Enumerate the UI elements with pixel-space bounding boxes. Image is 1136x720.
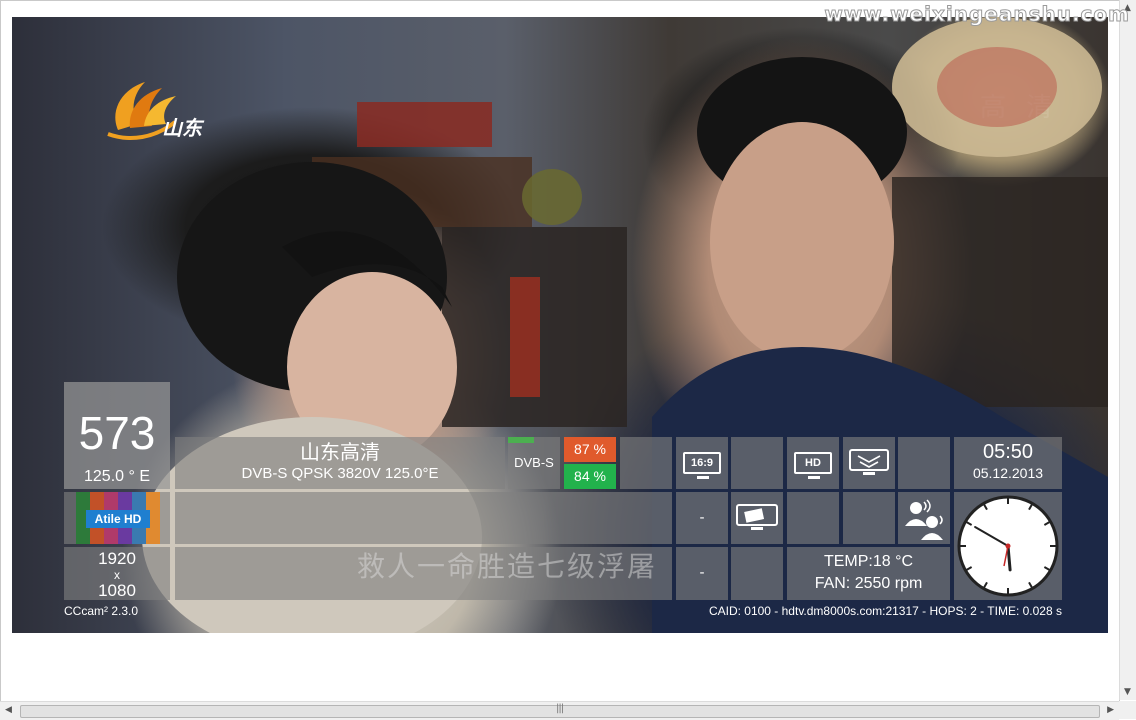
fan-speed: FAN: 2550 rpm xyxy=(814,575,923,592)
resolution-separator: x xyxy=(114,568,120,582)
provider-label: Atile HD xyxy=(86,510,150,528)
scroll-left-icon[interactable]: ◀ xyxy=(5,705,12,715)
users-icon xyxy=(905,499,943,540)
scrollbar-corner xyxy=(1119,701,1136,719)
channel-info-panel: 山东高清 DVB-S QPSK 3820V 125.0°E xyxy=(175,437,505,489)
info-bar-row2 xyxy=(175,492,672,544)
ecm-info: CAID: 0100 - hdtv.dm8000s.com:21317 - HO… xyxy=(708,604,1062,618)
scrollbar-thumb[interactable]: ||| xyxy=(20,703,1100,718)
subtitle: 救人一命胜造七级浮屠 xyxy=(357,550,658,583)
tv-16-9-icon: 16:9 xyxy=(683,452,721,479)
orbital-position: 125.0 ° E xyxy=(84,468,150,485)
vertical-scrollbar[interactable]: ▲ ▼ xyxy=(1119,0,1136,700)
signal-quality: 84 % xyxy=(564,464,616,489)
resolution-panel: 1920 x 1080 xyxy=(64,547,170,600)
temperature: TEMP:18 °C xyxy=(823,553,914,570)
scroll-down-icon[interactable]: ▼ xyxy=(1124,687,1131,697)
clock-panel: 05:50 05.12.2013 xyxy=(954,437,1062,489)
temp-fan-panel: TEMP:18 °C FAN: 2550 rpm xyxy=(787,547,950,600)
hd-cell: HD xyxy=(787,437,839,489)
analog-clock-panel xyxy=(954,492,1062,600)
channel-number: 573 xyxy=(78,407,156,459)
date: 05.12.2013 xyxy=(972,465,1044,481)
horizontal-scrollbar[interactable]: ◀ ||| ▶ xyxy=(0,701,1119,720)
empty-cell xyxy=(731,437,783,489)
scroll-right-icon[interactable]: ▶ xyxy=(1107,705,1114,715)
resolution-height: 1080 xyxy=(98,581,136,600)
signal-strength: 87 % xyxy=(564,437,616,462)
broadcast-icon xyxy=(849,449,889,475)
empty-cell xyxy=(620,437,672,489)
card-reader-icon xyxy=(736,504,778,530)
users-cell xyxy=(898,492,950,544)
resolution-width: 1920 xyxy=(98,549,136,568)
tuner-type: DVB-S xyxy=(508,437,560,489)
grip-icon: ||| xyxy=(556,703,564,714)
tv-hd-icon: HD xyxy=(794,452,832,479)
broadcast-cell xyxy=(843,437,895,489)
signal-panel: 87 % 84 % xyxy=(564,437,616,489)
transponder-info: DVB-S QPSK 3820V 125.0°E xyxy=(241,465,439,482)
softcam-version: CCcam² 2.3.0 xyxy=(64,604,139,618)
analog-clock-icon xyxy=(957,495,1059,597)
tuner-indicator xyxy=(508,437,534,443)
card-cell xyxy=(731,492,783,544)
empty-cell xyxy=(787,492,839,544)
provider-panel: Atile HD xyxy=(64,492,170,544)
dash-cell: - xyxy=(676,492,728,544)
status-line: CCcam² 2.3.0 CAID: 0100 - hdtv.dm8000s.c… xyxy=(64,603,1064,621)
dash-cell: - xyxy=(676,547,728,600)
time: 05:50 xyxy=(982,441,1034,463)
watermark: www.weixingeanshu.com xyxy=(824,2,1130,27)
channel-name: 山东高清 xyxy=(300,440,380,464)
channel-number-panel: 573 125.0 ° E xyxy=(64,382,170,489)
empty-cell xyxy=(731,547,783,600)
aspect-cell: 16:9 xyxy=(676,437,728,489)
empty-cell xyxy=(898,437,950,489)
tuner-type-label: DVB-S xyxy=(514,455,554,470)
empty-cell xyxy=(843,492,895,544)
